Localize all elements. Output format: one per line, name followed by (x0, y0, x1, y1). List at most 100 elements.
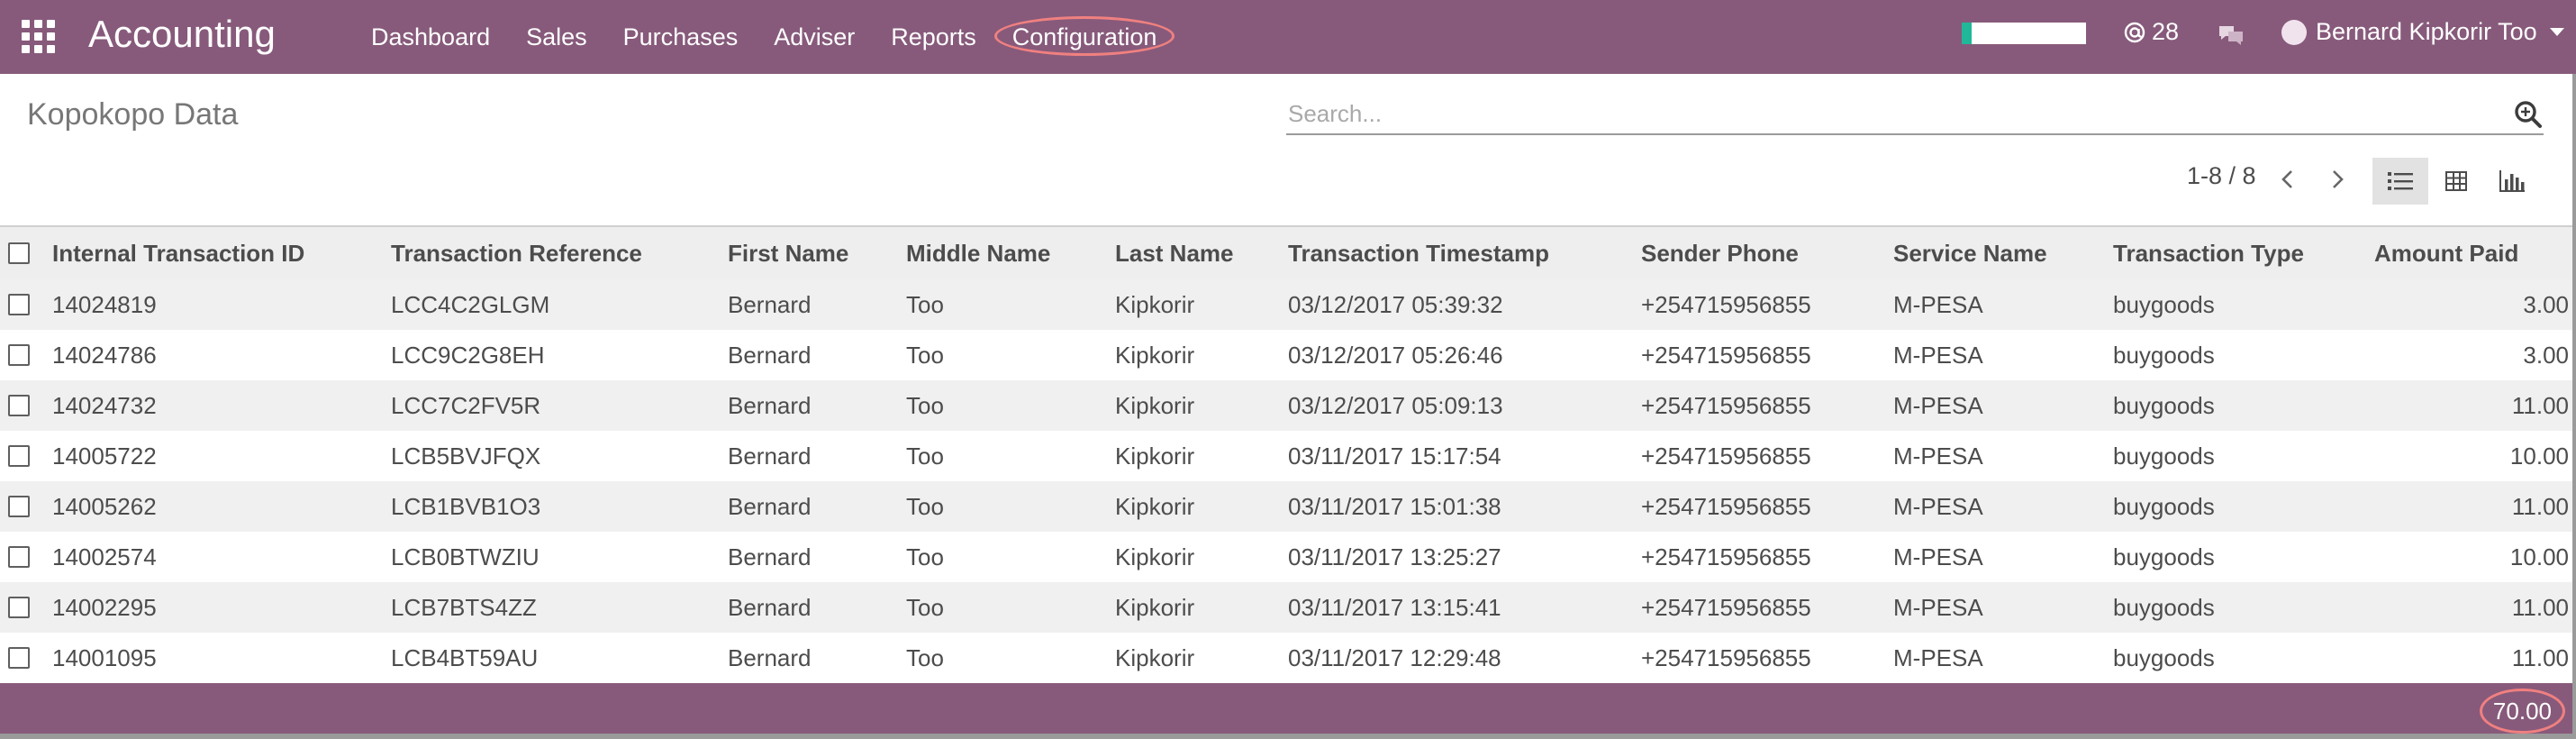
cell-transaction-timestamp: 03/12/2017 05:09:13 (1288, 392, 1503, 419)
menu-purchases[interactable]: Purchases (605, 0, 757, 74)
cell-last-name: Kipkorir (1115, 594, 1195, 621)
row-checkbox[interactable] (8, 395, 30, 416)
cell-service-name: M-PESA (1893, 493, 1983, 520)
row-checkbox[interactable] (8, 294, 30, 315)
cell-middle-name: Too (906, 342, 944, 369)
progress-fill (1962, 23, 1973, 44)
chat-bubbles-icon[interactable] (2218, 23, 2245, 47)
cell-transaction-type: buygoods (2113, 594, 2215, 621)
column-header-service-name[interactable]: Service Name (1893, 227, 2047, 279)
cell-transaction-type: buygoods (2113, 493, 2215, 520)
row-checkbox[interactable] (8, 546, 30, 568)
row-checkbox[interactable] (8, 496, 30, 517)
cell-transaction-type: buygoods (2113, 392, 2215, 419)
row-checkbox[interactable] (8, 344, 30, 366)
menu-configuration[interactable]: Configuration (993, 0, 1175, 74)
column-header-first-name[interactable]: First Name (728, 227, 848, 279)
cell-last-name: Kipkorir (1115, 291, 1195, 318)
cell-internal-transaction-id: 14005722 (52, 442, 157, 470)
cell-amount-paid: 11.00 (2511, 493, 2569, 520)
transactions-table: Internal Transaction ID Transaction Refe… (0, 225, 2576, 683)
cell-service-name: M-PESA (1893, 442, 1983, 470)
cell-amount-paid: 11.00 (2511, 392, 2569, 419)
cell-transaction-reference: LCC7C2FV5R (391, 392, 541, 419)
cell-transaction-type: buygoods (2113, 543, 2215, 570)
cell-transaction-reference: LCC9C2G8EH (391, 342, 545, 369)
table-row[interactable]: 14024732 LCC7C2FV5R Bernard Too Kipkorir 03/1… (0, 380, 2576, 431)
caret-down-icon (2549, 28, 2564, 36)
column-header-middle-name[interactable]: Middle Name (906, 227, 1050, 279)
cell-amount-paid: 3.00 (2523, 291, 2569, 318)
cell-amount-paid: 11.00 (2511, 644, 2569, 671)
select-all-checkbox[interactable] (8, 242, 30, 264)
column-header-transaction-reference[interactable]: Transaction Reference (391, 227, 642, 279)
cell-sender-phone: +254715956855 (1641, 543, 1811, 570)
pager-value[interactable]: 1-8 / 8 (2187, 162, 2256, 190)
cell-service-name: M-PESA (1893, 644, 1983, 671)
progress-bar[interactable] (1962, 23, 2086, 44)
cell-sender-phone: +254715956855 (1641, 291, 1811, 318)
column-header-amount-paid[interactable]: Amount Paid (2374, 227, 2518, 279)
chevron-left-icon[interactable] (2274, 166, 2301, 193)
cell-middle-name: Too (906, 442, 944, 470)
chevron-right-icon[interactable] (2324, 166, 2351, 193)
cell-transaction-reference: LCB7BTS4ZZ (391, 594, 537, 621)
cell-first-name: Bernard (728, 543, 812, 570)
table-row[interactable]: 14002295 LCB7BTS4ZZ Bernard Too Kipkorir 03/1… (0, 582, 2576, 633)
cell-middle-name: Too (906, 594, 944, 621)
cell-transaction-timestamp: 03/12/2017 05:26:46 (1288, 342, 1503, 369)
apps-grid-icon[interactable] (22, 20, 56, 54)
user-menu[interactable]: Bernard Kipkorir Too (2281, 18, 2564, 46)
column-header-transaction-type[interactable]: Transaction Type (2113, 227, 2304, 279)
cell-amount-paid: 11.00 (2511, 594, 2569, 621)
cell-transaction-timestamp: 03/11/2017 12:29:48 (1288, 644, 1501, 671)
menu-dashboard[interactable]: Dashboard (353, 0, 508, 74)
app-title[interactable]: Accounting (88, 11, 276, 58)
cell-first-name: Bernard (728, 594, 812, 621)
row-checkbox[interactable] (8, 647, 30, 669)
cell-sender-phone: +254715956855 (1641, 594, 1811, 621)
menu-sales[interactable]: Sales (508, 0, 605, 74)
cell-transaction-timestamp: 03/12/2017 05:39:32 (1288, 291, 1503, 318)
table-row[interactable]: 14024786 LCC9C2G8EH Bernard Too Kipkorir 03/1… (0, 330, 2576, 380)
row-checkbox[interactable] (8, 445, 30, 467)
list-icon (2388, 172, 2413, 190)
bar-chart-icon (2499, 170, 2525, 192)
cell-middle-name: Too (906, 543, 944, 570)
cell-service-name: M-PESA (1893, 291, 1983, 318)
row-checkbox[interactable] (8, 597, 30, 618)
table-row[interactable]: 14005722 LCB5BVJFQX Bernard Too Kipkorir 03/1… (0, 431, 2576, 481)
cell-transaction-timestamp: 03/11/2017 15:17:54 (1288, 442, 1501, 470)
pivot-view-button[interactable] (2428, 158, 2484, 205)
column-header-sender-phone[interactable]: Sender Phone (1641, 227, 1799, 279)
table-header-row: Internal Transaction ID Transaction Refe… (0, 227, 2576, 279)
table-row[interactable]: 14002574 LCB0BTWZIU Bernard Too Kipkorir 03/1… (0, 532, 2576, 582)
right-scrollbar[interactable] (2572, 74, 2576, 739)
cell-amount-paid: 3.00 (2523, 342, 2569, 369)
cell-transaction-type: buygoods (2113, 291, 2215, 318)
cell-middle-name: Too (906, 644, 944, 671)
avatar (2281, 19, 2307, 45)
search-icon[interactable] (2513, 99, 2544, 130)
cell-amount-paid: 10.00 (2509, 442, 2569, 470)
search-input[interactable] (1286, 97, 2479, 130)
cell-service-name: M-PESA (1893, 594, 1983, 621)
column-header-last-name[interactable]: Last Name (1115, 227, 1234, 279)
table-row[interactable]: 14005262 LCB1BVB1O3 Bernard Too Kipkorir 03/1… (0, 481, 2576, 532)
page-title: Kopokopo Data (27, 97, 239, 132)
cell-service-name: M-PESA (1893, 392, 1983, 419)
menu-reports[interactable]: Reports (873, 0, 994, 74)
table-row[interactable]: 14024819 LCC4C2GLGM Bernard Too Kipkorir 03/1… (0, 279, 2576, 330)
table-row[interactable]: 14001095 LCB4BT59AU Bernard Too Kipkorir 03/1… (0, 633, 2576, 683)
graph-view-button[interactable] (2484, 158, 2540, 205)
user-name: Bernard Kipkorir Too (2316, 18, 2537, 45)
cell-sender-phone: +254715956855 (1641, 644, 1811, 671)
menu-adviser[interactable]: Adviser (756, 0, 873, 74)
bottom-scrollbar[interactable] (0, 734, 2576, 739)
column-header-internal-transaction-id[interactable]: Internal Transaction ID (52, 227, 304, 279)
list-view-button[interactable] (2372, 158, 2428, 205)
mentions-indicator[interactable]: 28 (2123, 18, 2179, 46)
cell-transaction-timestamp: 03/11/2017 13:15:41 (1288, 594, 1501, 621)
column-header-transaction-timestamp[interactable]: Transaction Timestamp (1288, 227, 1549, 279)
table-grid-icon (2445, 171, 2467, 191)
